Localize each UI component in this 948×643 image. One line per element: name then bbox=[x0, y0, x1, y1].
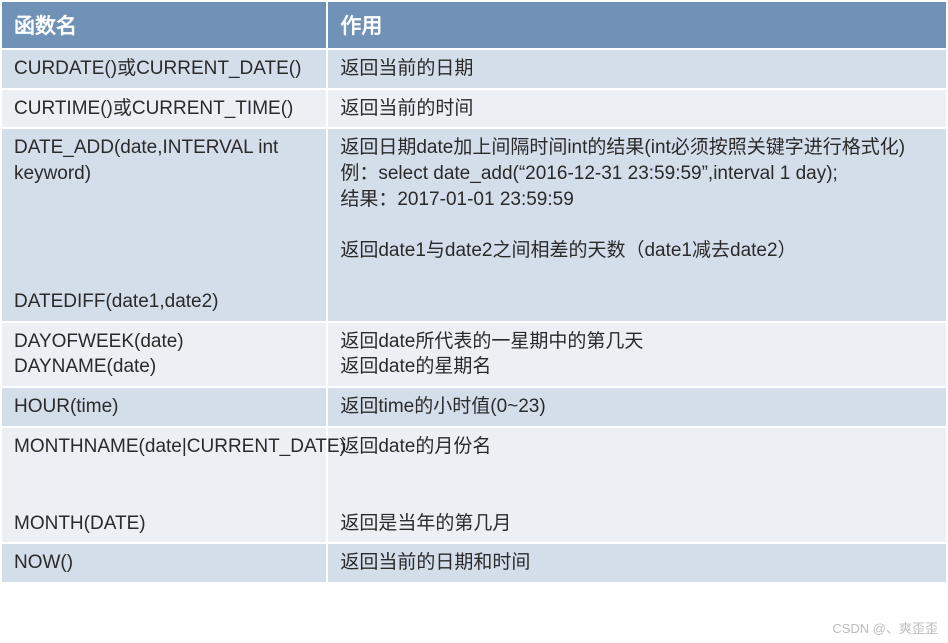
header-effect: 作用 bbox=[327, 1, 947, 49]
table-row: DATE_ADD(date,INTERVAL int keyword) DATE… bbox=[1, 128, 947, 321]
cell-description: 返回time的小时值(0~23) bbox=[327, 387, 947, 427]
cell-function: NOW() bbox=[1, 543, 327, 583]
cell-description: 返回date所代表的一星期中的第几天 返回date的星期名 bbox=[327, 322, 947, 387]
cell-description: 返回当前的日期和时间 bbox=[327, 543, 947, 583]
table-row: DAYOFWEEK(date) DAYNAME(date) 返回date所代表的… bbox=[1, 322, 947, 387]
cell-function: CURTIME()或CURRENT_TIME() bbox=[1, 89, 327, 129]
cell-function: HOUR(time) bbox=[1, 387, 327, 427]
table-row: MONTHNAME(date|CURRENT_DATE) MONTH(DATE)… bbox=[1, 427, 947, 544]
table-row: CURDATE()或CURRENT_DATE() 返回当前的日期 bbox=[1, 49, 947, 89]
table-row: NOW() 返回当前的日期和时间 bbox=[1, 543, 947, 583]
table-row: HOUR(time) 返回time的小时值(0~23) bbox=[1, 387, 947, 427]
cell-description: 返回当前的时间 bbox=[327, 89, 947, 129]
cell-function: DAYOFWEEK(date) DAYNAME(date) bbox=[1, 322, 327, 387]
cell-function: CURDATE()或CURRENT_DATE() bbox=[1, 49, 327, 89]
cell-description: 返回当前的日期 bbox=[327, 49, 947, 89]
cell-description: 返回date的月份名 返回是当年的第几月 bbox=[327, 427, 947, 544]
table-header-row: 函数名 作用 bbox=[1, 1, 947, 49]
cell-function: MONTHNAME(date|CURRENT_DATE) MONTH(DATE) bbox=[1, 427, 327, 544]
cell-description: 返回日期date加上间隔时间int的结果(int必须按照关键字进行格式化) 例：… bbox=[327, 128, 947, 321]
cell-function: DATE_ADD(date,INTERVAL int keyword) DATE… bbox=[1, 128, 327, 321]
header-function-name: 函数名 bbox=[1, 1, 327, 49]
watermark-text: CSDN @、爽歪歪 bbox=[832, 618, 938, 637]
functions-table: 函数名 作用 CURDATE()或CURRENT_DATE() 返回当前的日期 … bbox=[0, 0, 948, 584]
table-row: CURTIME()或CURRENT_TIME() 返回当前的时间 bbox=[1, 89, 947, 129]
